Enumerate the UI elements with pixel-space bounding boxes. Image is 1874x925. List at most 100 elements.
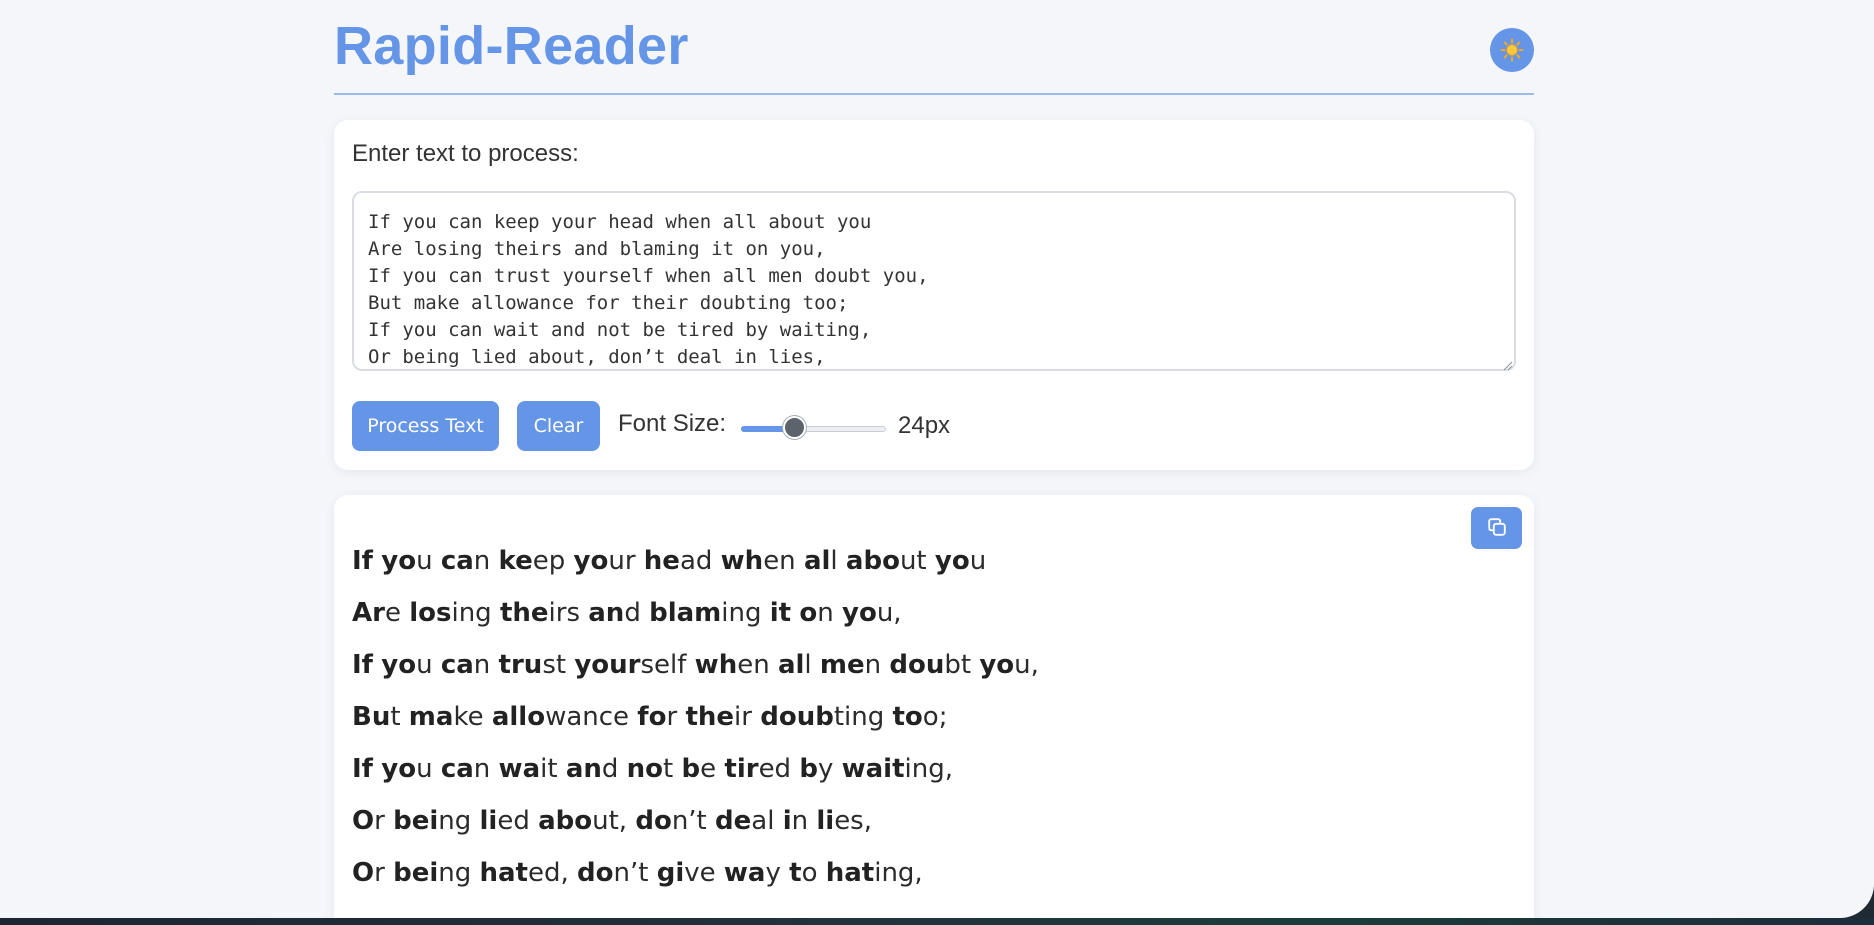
font-size-slider[interactable] xyxy=(741,416,886,440)
bold-prefix: ke xyxy=(498,546,533,576)
bold-prefix: no xyxy=(626,754,664,784)
word-remainder: wance xyxy=(545,702,638,732)
word-remainder: ep xyxy=(532,546,574,576)
word-remainder: bt xyxy=(944,650,980,680)
clear-button[interactable]: Clear xyxy=(517,401,600,451)
word-remainder: al xyxy=(751,806,783,836)
word-remainder: r xyxy=(666,702,686,732)
bold-prefix: wa xyxy=(723,858,766,888)
word-remainder: u xyxy=(969,546,987,576)
word-remainder: d xyxy=(624,598,650,628)
bold-prefix: he xyxy=(643,546,680,576)
word-remainder: n xyxy=(473,546,499,576)
resize-handle-icon[interactable] xyxy=(1503,358,1513,371)
bold-prefix: wait xyxy=(841,754,905,784)
word-remainder: ve xyxy=(684,858,724,888)
bold-prefix: an xyxy=(588,598,625,628)
word-remainder: l xyxy=(804,650,820,680)
bold-prefix: me xyxy=(819,650,865,680)
word-remainder: n xyxy=(473,754,499,784)
bold-prefix: wa xyxy=(498,754,541,784)
bold-prefix: fo xyxy=(637,702,667,732)
word-remainder: en xyxy=(737,650,778,680)
bold-prefix: ma xyxy=(408,702,454,732)
word-remainder: n’t xyxy=(671,806,716,836)
bold-prefix: al xyxy=(803,546,831,576)
word-remainder: e xyxy=(700,754,725,784)
word-remainder: it xyxy=(540,754,566,784)
bold-prefix: li xyxy=(479,806,498,836)
bold-prefix: the xyxy=(499,598,549,628)
bold-prefix: yo xyxy=(842,598,877,628)
page-title: Rapid-Reader xyxy=(334,16,689,76)
word-remainder: t xyxy=(663,754,682,784)
word-remainder: n xyxy=(864,650,890,680)
bold-prefix: t xyxy=(789,858,802,888)
copy-icon xyxy=(1486,516,1508,541)
word-remainder: ur xyxy=(608,546,644,576)
word-remainder: u, xyxy=(876,598,902,628)
word-remainder: ing, xyxy=(904,754,953,784)
bold-prefix: gi xyxy=(656,858,685,888)
bold-prefix: abo xyxy=(845,546,900,576)
process-text-button[interactable]: Process Text xyxy=(352,401,499,451)
word-remainder: y xyxy=(765,858,790,888)
bold-prefix: ca xyxy=(440,546,474,576)
bold-prefix: b xyxy=(681,754,701,784)
copy-button[interactable] xyxy=(1471,507,1522,549)
word-remainder: ke xyxy=(453,702,492,732)
word-remainder: y xyxy=(817,754,842,784)
bold-prefix: If xyxy=(352,546,373,576)
page-header: Rapid-Reader xyxy=(334,0,1534,95)
input-label: Enter text to process: xyxy=(352,140,579,167)
input-card: Enter text to process: If you can keep y… xyxy=(334,120,1534,470)
bold-prefix: ca xyxy=(440,754,474,784)
bold-prefix: yo xyxy=(979,650,1015,680)
bold-prefix: If xyxy=(352,650,373,680)
word-remainder: ut, xyxy=(592,806,636,836)
word-remainder: o; xyxy=(922,702,948,732)
word-remainder: es, xyxy=(834,806,872,836)
bold-prefix: li xyxy=(816,806,835,836)
output-line: If you can trust yourself when all men d… xyxy=(352,639,1452,691)
word-remainder: l xyxy=(830,546,846,576)
bold-prefix: If xyxy=(352,754,373,784)
text-input[interactable]: If you can keep your head when all about… xyxy=(352,191,1516,371)
bold-prefix: your xyxy=(574,650,641,680)
bold-prefix: it xyxy=(769,598,792,628)
bold-prefix: abo xyxy=(538,806,593,836)
bold-prefix: yo xyxy=(381,546,417,576)
bold-prefix: Ar xyxy=(352,598,385,628)
bold-prefix: O xyxy=(352,806,375,836)
bold-prefix: tru xyxy=(498,650,543,680)
font-size-value: 24px xyxy=(898,412,951,439)
slider-thumb[interactable] xyxy=(783,416,806,439)
word-remainder: ing, xyxy=(874,858,923,888)
bold-prefix: yo xyxy=(934,546,970,576)
bold-prefix: dou xyxy=(889,650,945,680)
word-remainder: self xyxy=(640,650,695,680)
main-container: Rapid-Reader Enter text to process: If y… xyxy=(334,0,1534,918)
word-remainder: n xyxy=(817,598,842,628)
word-remainder: ir xyxy=(734,702,761,732)
output-line: Are losing theirs and blaming it on you, xyxy=(352,587,1452,639)
theme-toggle-button[interactable] xyxy=(1490,28,1534,72)
word-remainder: ad xyxy=(679,546,721,576)
output-line: But make allowance for their doubting to… xyxy=(352,691,1452,743)
bold-prefix: yo xyxy=(381,650,417,680)
output-line: If you can keep your head when all about… xyxy=(352,535,1452,587)
bold-prefix: yo xyxy=(381,754,417,784)
word-remainder: n xyxy=(473,650,499,680)
bold-prefix: wh xyxy=(694,650,738,680)
font-size-label: Font Size: xyxy=(618,410,727,437)
bold-prefix: O xyxy=(352,858,375,888)
sun-icon xyxy=(1500,38,1524,62)
bold-prefix: de xyxy=(715,806,752,836)
word-remainder: st xyxy=(542,650,575,680)
word-remainder: r xyxy=(374,858,394,888)
bold-prefix: hat xyxy=(825,858,875,888)
desktop-background xyxy=(0,918,1874,925)
bold-prefix: bei xyxy=(393,858,439,888)
word-remainder: ed, xyxy=(527,858,578,888)
word-remainder: u, xyxy=(1014,650,1039,680)
